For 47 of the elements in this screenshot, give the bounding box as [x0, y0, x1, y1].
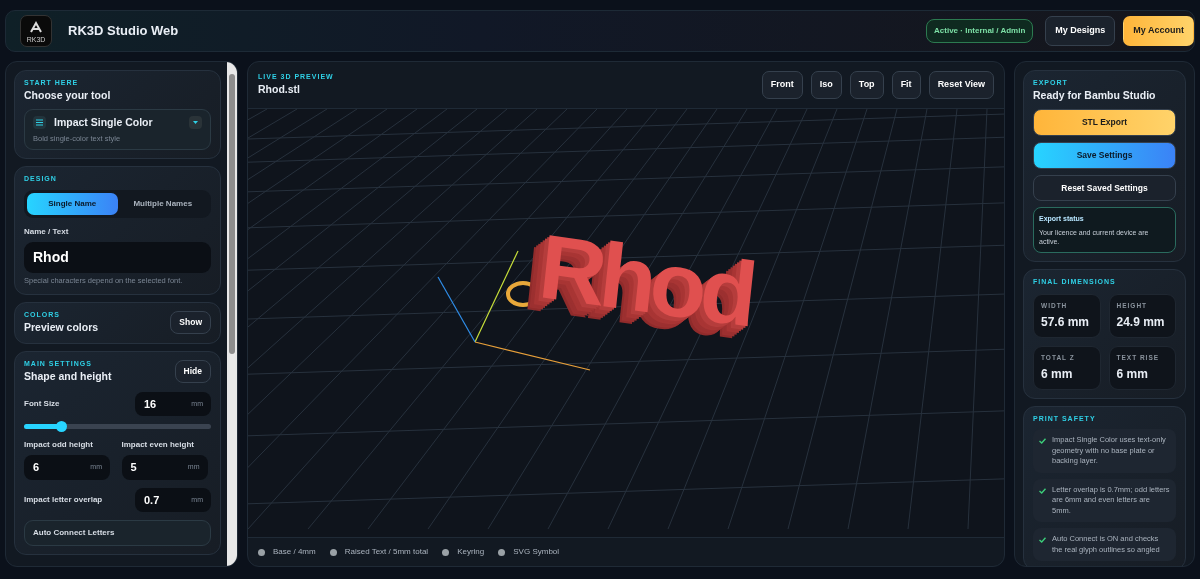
check-icon: [1039, 537, 1046, 544]
slider-thumb[interactable]: [56, 421, 68, 433]
tool-name: Impact Single Color: [54, 116, 154, 130]
export-button[interactable]: Reset Saved Settings: [1033, 174, 1176, 202]
field-label: Impact odd height: [24, 439, 94, 452]
legend-label: Raised Text / 5mm total: [344, 546, 429, 558]
view-button[interactable]: Fit: [891, 71, 921, 99]
app-title: RK3D Studio Web: [68, 22, 179, 41]
list-icon: [33, 116, 46, 130]
view-button[interactable]: Top: [849, 71, 884, 99]
card-title: Ready for Bambu Studio: [1033, 89, 1157, 104]
legend-label: SVG Symbol: [513, 546, 560, 558]
field-label: Font Size: [24, 397, 60, 410]
caret-icon: [189, 116, 202, 130]
legend-dot: [442, 548, 450, 556]
status-badge: Active · Internal / Admin: [926, 19, 1034, 43]
dimension-value: 6 mm: [1116, 365, 1149, 383]
card-title: Shape and height: [24, 370, 112, 384]
view-button[interactable]: Iso: [810, 71, 842, 99]
header-button[interactable]: My Account: [1123, 16, 1194, 46]
export-button[interactable]: STL Export: [1033, 109, 1176, 136]
option-label: Auto Connect Letters: [33, 527, 116, 540]
card-title: Choose your tool: [24, 89, 112, 104]
field-label: Name / Text: [24, 225, 70, 238]
view-button[interactable]: Reset View: [928, 71, 994, 99]
tab[interactable]: Single Name: [27, 192, 118, 215]
check-icon: [1039, 438, 1046, 445]
field-label: Impact letter overlap: [24, 493, 103, 506]
header-button[interactable]: My Designs: [1045, 16, 1116, 46]
view-button[interactable]: Front: [761, 71, 803, 99]
field-label: Impact even height: [121, 439, 195, 452]
legend-dot: [498, 548, 506, 556]
file-name: Rhod.stl: [258, 83, 301, 97]
legend-dot: [258, 548, 265, 556]
legend-label: Keyring: [457, 546, 485, 558]
show-button[interactable]: Show: [170, 311, 211, 334]
dimension-value: 24.9 mm: [1116, 314, 1166, 332]
export-button[interactable]: Save Settings: [1033, 141, 1176, 169]
card-title: Preview colors: [24, 320, 99, 335]
tab[interactable]: Multiple Names: [117, 192, 208, 215]
legend-label: Base / 4mm: [273, 546, 316, 558]
dimension-value: 57.6 mm: [1041, 314, 1091, 332]
check-icon: [1039, 487, 1046, 494]
dimension-value: 6 mm: [1041, 365, 1074, 383]
name-field[interactable]: Rhod: [24, 241, 211, 273]
legend-dot: [329, 548, 337, 556]
hide-button[interactable]: Hide: [174, 360, 211, 383]
